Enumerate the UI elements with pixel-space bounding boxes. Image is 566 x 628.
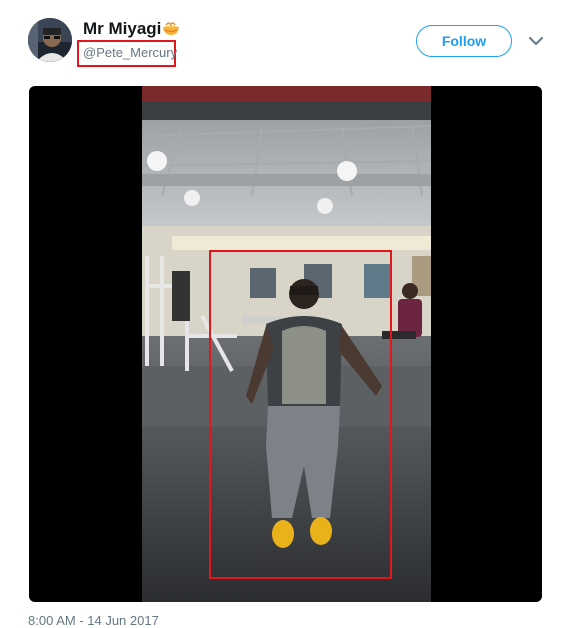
tweet-timestamp[interactable]: 8:00 AM - 14 Jun 2017 — [28, 613, 159, 628]
dancer-highlight-box — [209, 250, 392, 579]
chevron-down-icon[interactable] — [527, 34, 545, 48]
tweet-card: Mr Miyagi @Pete_Mercury Follow 8:00 AM -… — [0, 0, 566, 628]
display-name-text: Mr Miyagi — [83, 19, 162, 38]
tweet-media[interactable] — [29, 86, 542, 602]
follow-button[interactable]: Follow — [416, 25, 512, 57]
user-handle[interactable]: @Pete_Mercury — [83, 45, 177, 60]
display-name[interactable]: Mr Miyagi — [83, 19, 180, 39]
avatar-image — [28, 18, 72, 62]
avatar[interactable] — [28, 18, 72, 62]
noodle-bowl-emoji — [163, 22, 180, 35]
